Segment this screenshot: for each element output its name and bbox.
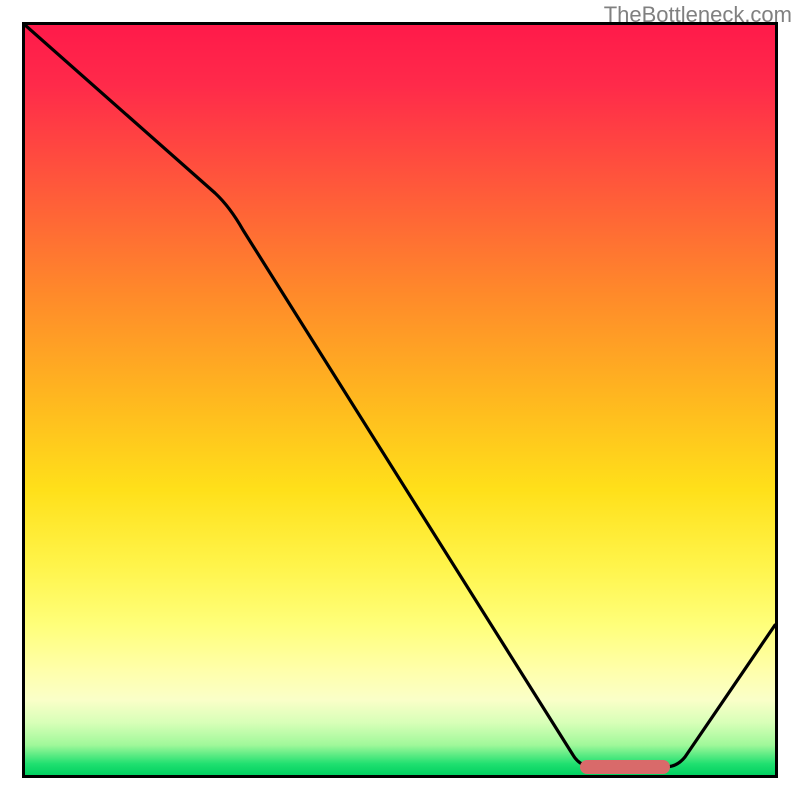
optimal-marker: [580, 760, 670, 774]
chart-frame: [22, 22, 778, 778]
curve-line: [25, 25, 775, 767]
chart-overlay: [25, 25, 775, 775]
watermark-label: TheBottleneck.com: [604, 2, 792, 28]
